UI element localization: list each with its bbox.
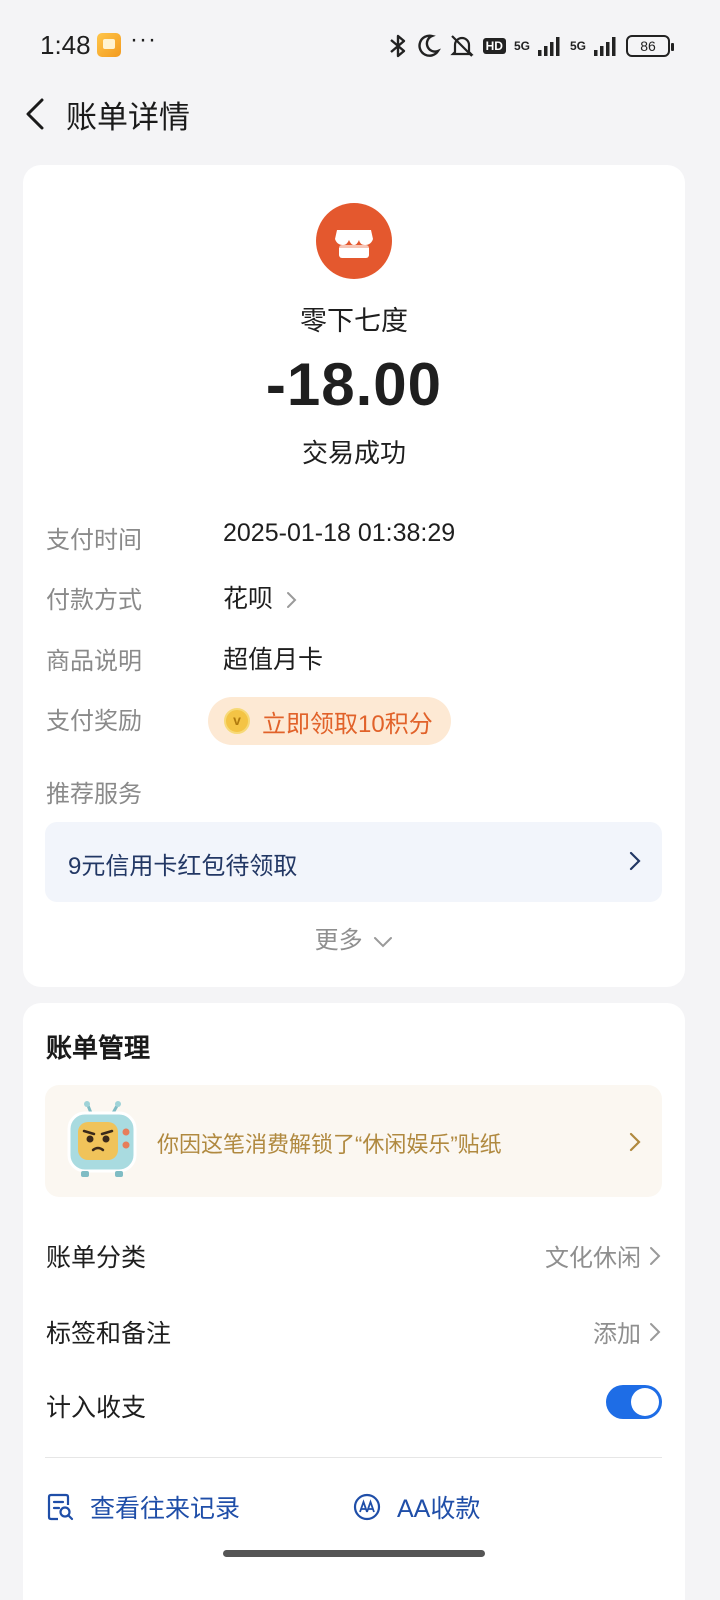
toggle-knob <box>631 1388 659 1416</box>
reward-label: 支付奖励 <box>46 708 142 735</box>
chevron-right-icon <box>629 851 641 871</box>
status-bar: 1:48 ··· HD 5G 5G 86 <box>0 0 720 90</box>
view-history-button[interactable]: 查看往来记录 <box>46 1489 240 1525</box>
chevron-right-icon <box>286 592 297 609</box>
bill-management-card: 账单管理 你因这笔消费解锁了“休闲娱乐”贴纸 账单分类 文化休闲 标签和备注 添… <box>23 1003 685 1600</box>
points-coin-icon <box>224 708 250 734</box>
include-income-label: 计入收支 <box>46 1394 147 1422</box>
tv-mascot-sticker-icon <box>67 1101 137 1177</box>
more-notifications-icon: ··· <box>130 26 157 53</box>
claim-points-button[interactable]: 立即领取10积分 <box>208 697 451 745</box>
battery-indicator: 86 <box>626 35 674 57</box>
tag-note-label: 标签和备注 <box>46 1320 172 1348</box>
moon-icon <box>417 34 441 57</box>
chevron-right-icon <box>629 1132 641 1152</box>
home-indicator[interactable] <box>223 1550 485 1557</box>
chevron-right-icon <box>650 1246 661 1265</box>
product-value: 超值月卡 <box>223 646 324 674</box>
hd-voice-badge: HD <box>482 38 506 54</box>
network-1-label: 5G <box>513 39 530 53</box>
credit-card-offer-banner[interactable]: 9元信用卡红包待领取 <box>45 822 662 902</box>
transaction-amount: -18.00 <box>265 351 443 418</box>
divider <box>45 1457 662 1458</box>
sticker-unlock-text: 你因这笔消费解锁了“休闲娱乐”贴纸 <box>157 1132 502 1157</box>
product-label: 商品说明 <box>46 648 142 675</box>
category-selector[interactable]: 文化休闲 <box>545 1238 661 1273</box>
category-label: 账单分类 <box>46 1244 147 1272</box>
network-2-label: 5G <box>569 39 586 53</box>
merchant-name: 零下七度 <box>300 306 408 336</box>
sticker-unlock-banner[interactable]: 你因这笔消费解锁了“休闲娱乐”贴纸 <box>45 1085 662 1197</box>
tag-note-add-button[interactable]: 添加 <box>593 1314 661 1349</box>
back-button[interactable] <box>18 94 54 134</box>
store-icon <box>335 230 373 258</box>
signal-2-icon <box>594 37 616 56</box>
more-label: 更多 <box>314 927 363 954</box>
aa-collect-icon <box>353 1493 381 1521</box>
transaction-status: 交易成功 <box>301 438 406 468</box>
notes-app-icon <box>97 33 121 57</box>
status-time: 1:48 <box>40 30 91 60</box>
silent-bell-icon <box>449 35 474 57</box>
merchant-logo <box>316 203 392 279</box>
status-icons: HD 5G 5G 86 <box>387 30 674 62</box>
section-title: 账单管理 <box>46 1033 151 1063</box>
credit-card-offer-text: 9元信用卡红包待领取 <box>68 853 298 880</box>
signal-1-icon <box>537 37 560 56</box>
bill-detail-card: 零下七度 -18.00 交易成功 支付时间 2025-01-18 01:38:2… <box>23 165 685 987</box>
category-value: 文化休闲 <box>545 1245 641 1272</box>
aa-collect-button[interactable]: AA收款 <box>353 1489 480 1525</box>
page-header: 账单详情 <box>0 80 720 144</box>
claim-points-label: 立即领取10积分 <box>262 710 433 738</box>
chevron-down-icon <box>374 936 393 948</box>
pay-time-label: 支付时间 <box>46 527 142 554</box>
chevron-right-icon <box>650 1322 661 1341</box>
record-list-icon <box>47 1493 74 1521</box>
view-history-label: 查看往来记录 <box>90 1495 241 1523</box>
page-title: 账单详情 <box>66 100 190 135</box>
bluetooth-icon <box>389 34 405 58</box>
pay-time-value: 2025-01-18 01:38:29 <box>223 519 456 547</box>
pay-method-link[interactable]: 花呗 <box>223 579 298 615</box>
more-button[interactable]: 更多 <box>23 920 685 955</box>
aa-collect-label: AA收款 <box>397 1495 481 1523</box>
include-income-toggle[interactable] <box>606 1385 662 1419</box>
pay-method-value: 花呗 <box>223 585 274 613</box>
pay-method-label: 付款方式 <box>46 587 142 614</box>
tag-note-value: 添加 <box>593 1321 641 1348</box>
recommend-label: 推荐服务 <box>46 781 142 808</box>
